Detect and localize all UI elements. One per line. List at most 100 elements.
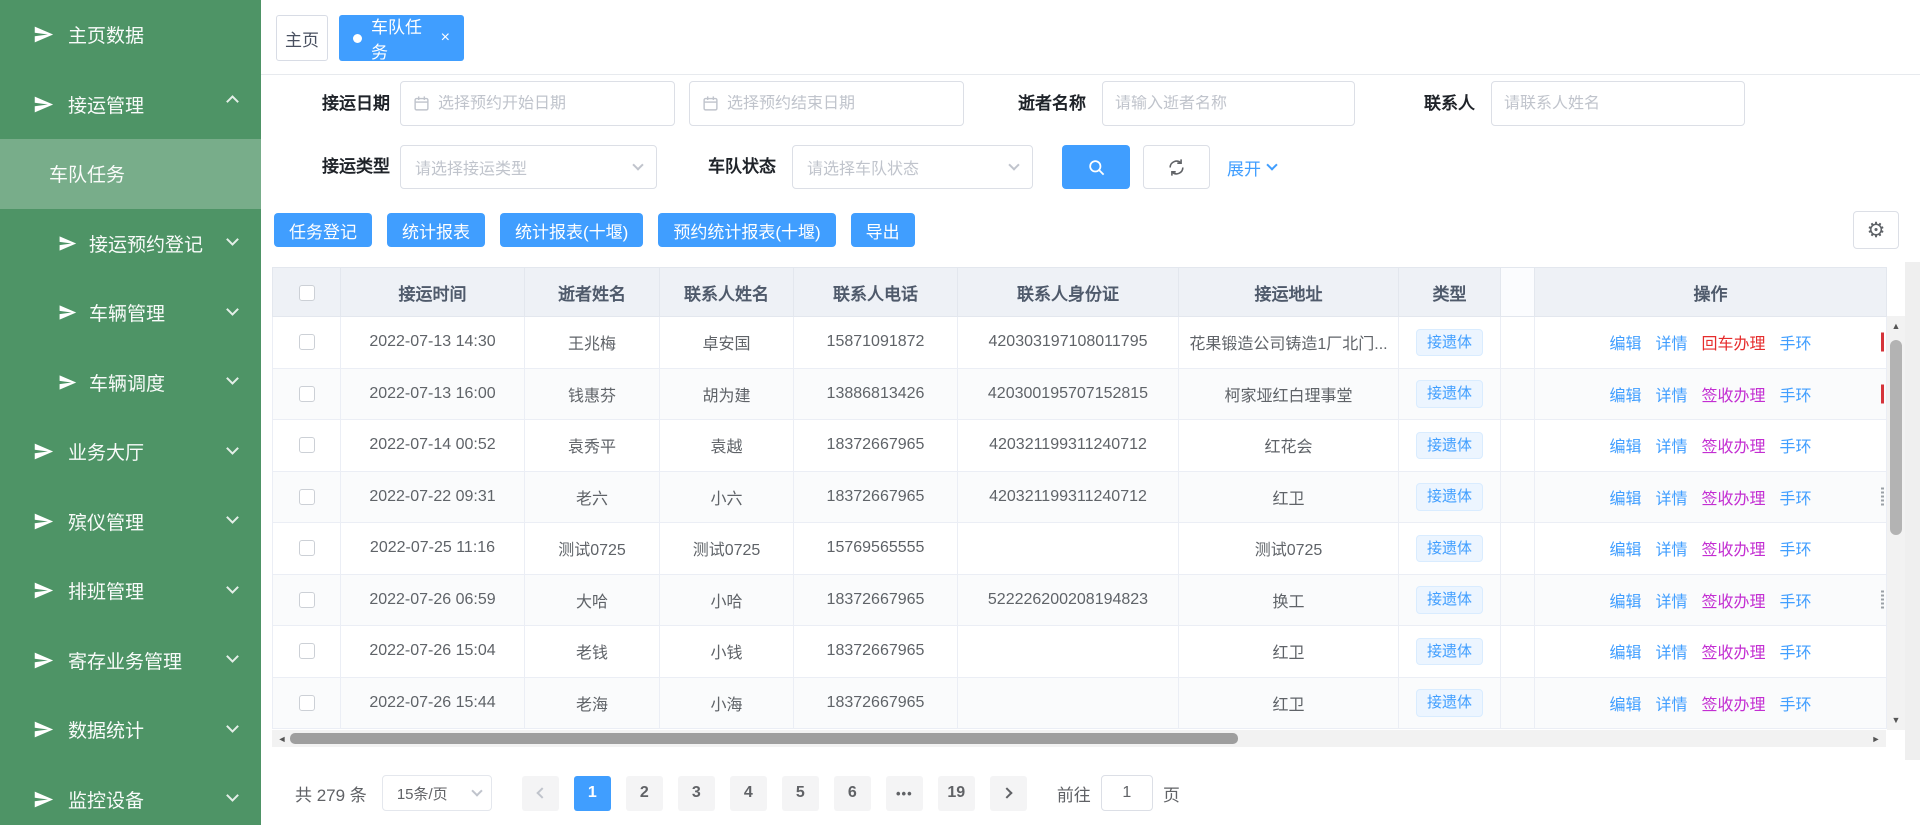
horizontal-scrollbar-thumb[interactable] xyxy=(290,733,1238,744)
fleet-status-select[interactable]: 请选择车队状态 xyxy=(792,145,1033,189)
page-button[interactable]: 1 xyxy=(574,776,611,811)
tab-home[interactable]: 主页 xyxy=(276,15,328,61)
toolbar-button[interactable]: 预约统计报表(十堰) xyxy=(658,213,835,247)
action-link-magenta[interactable]: 签收办理 xyxy=(1702,439,1766,456)
filter-label-contact: 联系人 xyxy=(1424,81,1475,126)
action-link-blue[interactable]: 手环 xyxy=(1780,697,1812,714)
action-link-blue[interactable]: 编辑 xyxy=(1609,645,1641,662)
row-checkbox[interactable] xyxy=(299,489,315,505)
goto-page-input[interactable] xyxy=(1101,775,1153,811)
row-checkbox[interactable] xyxy=(299,334,315,350)
search-button[interactable] xyxy=(1062,145,1130,189)
sidebar-item[interactable]: 车队任务 xyxy=(0,139,261,209)
page-size-select[interactable]: 15条/页 xyxy=(382,775,492,811)
sidebar-item[interactable]: 主页数据 xyxy=(0,0,261,70)
action-link-magenta[interactable]: 签收办理 xyxy=(1702,542,1766,559)
row-checkbox[interactable] xyxy=(299,695,315,711)
column-settings-button[interactable]: ⚙ xyxy=(1853,211,1899,249)
toolbar-button[interactable]: 统计报表 xyxy=(387,213,485,247)
page-button[interactable]: 4 xyxy=(730,776,767,811)
type-tag: 接遗体 xyxy=(1416,483,1483,511)
sidebar-item[interactable]: 业务大厅 xyxy=(0,417,261,487)
action-link-magenta[interactable]: 签收办理 xyxy=(1702,645,1766,662)
contact-field[interactable] xyxy=(1491,81,1745,126)
action-link-blue[interactable]: 手环 xyxy=(1780,336,1812,353)
sidebar-item[interactable]: 寄存业务管理 xyxy=(0,626,261,696)
action-link-magenta[interactable]: 签收办理 xyxy=(1702,491,1766,508)
action-link-blue[interactable]: 手环 xyxy=(1780,388,1812,405)
action-link-blue[interactable]: 详情 xyxy=(1655,336,1687,353)
action-link-blue[interactable]: 编辑 xyxy=(1609,697,1641,714)
prev-page-button[interactable] xyxy=(522,776,559,811)
action-link-blue[interactable]: 编辑 xyxy=(1609,594,1641,611)
action-link-blue[interactable]: 详情 xyxy=(1655,697,1687,714)
pagination: 共 279 条 15条/页 123456•••19 前往 页 xyxy=(295,775,1180,811)
date-end-field[interactable] xyxy=(689,81,964,126)
action-link-blue[interactable]: 手环 xyxy=(1780,491,1812,508)
sidebar-item[interactable]: 数据统计 xyxy=(0,695,261,765)
sidebar-item[interactable]: 监控设备 xyxy=(0,765,261,825)
select-all-checkbox[interactable] xyxy=(299,285,315,301)
page-button[interactable]: 19 xyxy=(938,776,975,811)
action-link-blue[interactable]: 手环 xyxy=(1780,542,1812,559)
vertical-scrollbar-thumb[interactable] xyxy=(1890,340,1902,535)
sidebar-item[interactable]: 殡仪管理 xyxy=(0,487,261,557)
row-checkbox[interactable] xyxy=(299,592,315,608)
sidebar-item[interactable]: 车辆调度 xyxy=(0,348,261,418)
date-end-input[interactable] xyxy=(727,95,951,113)
action-link-blue[interactable]: 编辑 xyxy=(1609,542,1641,559)
action-link-blue[interactable]: 编辑 xyxy=(1609,491,1641,508)
action-link-blue[interactable]: 编辑 xyxy=(1609,388,1641,405)
sidebar-item[interactable]: 车辆管理 xyxy=(0,278,261,348)
action-link-magenta[interactable]: 签收办理 xyxy=(1702,594,1766,611)
next-page-button[interactable] xyxy=(990,776,1027,811)
action-link-blue[interactable]: 详情 xyxy=(1655,491,1687,508)
action-link-magenta[interactable]: 签收办理 xyxy=(1702,388,1766,405)
page-button[interactable]: 3 xyxy=(678,776,715,811)
toolbar-button[interactable]: 任务登记 xyxy=(274,213,372,247)
toolbar-button[interactable]: 统计报表(十堰) xyxy=(500,213,643,247)
row-checkbox[interactable] xyxy=(299,643,315,659)
action-link-blue[interactable]: 详情 xyxy=(1655,388,1687,405)
action-link-blue[interactable]: 手环 xyxy=(1780,594,1812,611)
row-checkbox[interactable] xyxy=(299,540,315,556)
toolbar: 任务登记统计报表统计报表(十堰) 预约统计报表(十堰) 导出 xyxy=(274,213,915,247)
action-link-magenta[interactable]: 签收办理 xyxy=(1702,697,1766,714)
action-link-red[interactable]: 回车办理 xyxy=(1702,336,1766,353)
refresh-button[interactable] xyxy=(1143,145,1210,189)
page-button[interactable]: 2 xyxy=(626,776,663,811)
scroll-up-icon[interactable]: ▲ xyxy=(1887,318,1905,334)
action-link-blue[interactable]: 手环 xyxy=(1780,645,1812,662)
page-button[interactable]: 6 xyxy=(834,776,871,811)
row-checkbox[interactable] xyxy=(299,437,315,453)
toolbar-button[interactable]: 导出 xyxy=(851,213,915,247)
send-icon xyxy=(33,511,54,532)
expand-toggle[interactable]: 展开 xyxy=(1227,145,1276,189)
deceased-field[interactable] xyxy=(1102,81,1355,126)
horizontal-scrollbar[interactable]: ◄ ► xyxy=(272,730,1886,747)
tab-fleet-tasks[interactable]: 车队任务 × xyxy=(339,15,464,61)
scroll-down-icon[interactable]: ▼ xyxy=(1887,712,1905,728)
tab-close-icon[interactable]: × xyxy=(433,30,450,46)
action-link-blue[interactable]: 详情 xyxy=(1655,542,1687,559)
deceased-input[interactable] xyxy=(1115,95,1342,113)
action-link-blue[interactable]: 编辑 xyxy=(1609,336,1641,353)
row-checkbox[interactable] xyxy=(299,386,315,402)
sidebar-item[interactable]: 接运预约登记 xyxy=(0,209,261,279)
contact-input[interactable] xyxy=(1504,95,1732,113)
scroll-left-icon[interactable]: ◄ xyxy=(274,730,290,747)
sidebar-item[interactable]: 接运管理 xyxy=(0,70,261,140)
pickup-type-select[interactable]: 请选择接运类型 xyxy=(400,145,657,189)
pager-ellipsis[interactable]: ••• xyxy=(886,776,923,811)
action-link-blue[interactable]: 详情 xyxy=(1655,439,1687,456)
scroll-right-icon[interactable]: ► xyxy=(1868,730,1884,747)
action-link-blue[interactable]: 编辑 xyxy=(1609,439,1641,456)
action-link-blue[interactable]: 详情 xyxy=(1655,645,1687,662)
vertical-scrollbar[interactable]: ▲ ▼ xyxy=(1887,316,1905,730)
action-link-blue[interactable]: 详情 xyxy=(1655,594,1687,611)
sidebar-item[interactable]: 排班管理 xyxy=(0,556,261,626)
date-start-input[interactable] xyxy=(438,95,662,113)
action-link-blue[interactable]: 手环 xyxy=(1780,439,1812,456)
date-start-field[interactable] xyxy=(400,81,675,126)
page-button[interactable]: 5 xyxy=(782,776,819,811)
